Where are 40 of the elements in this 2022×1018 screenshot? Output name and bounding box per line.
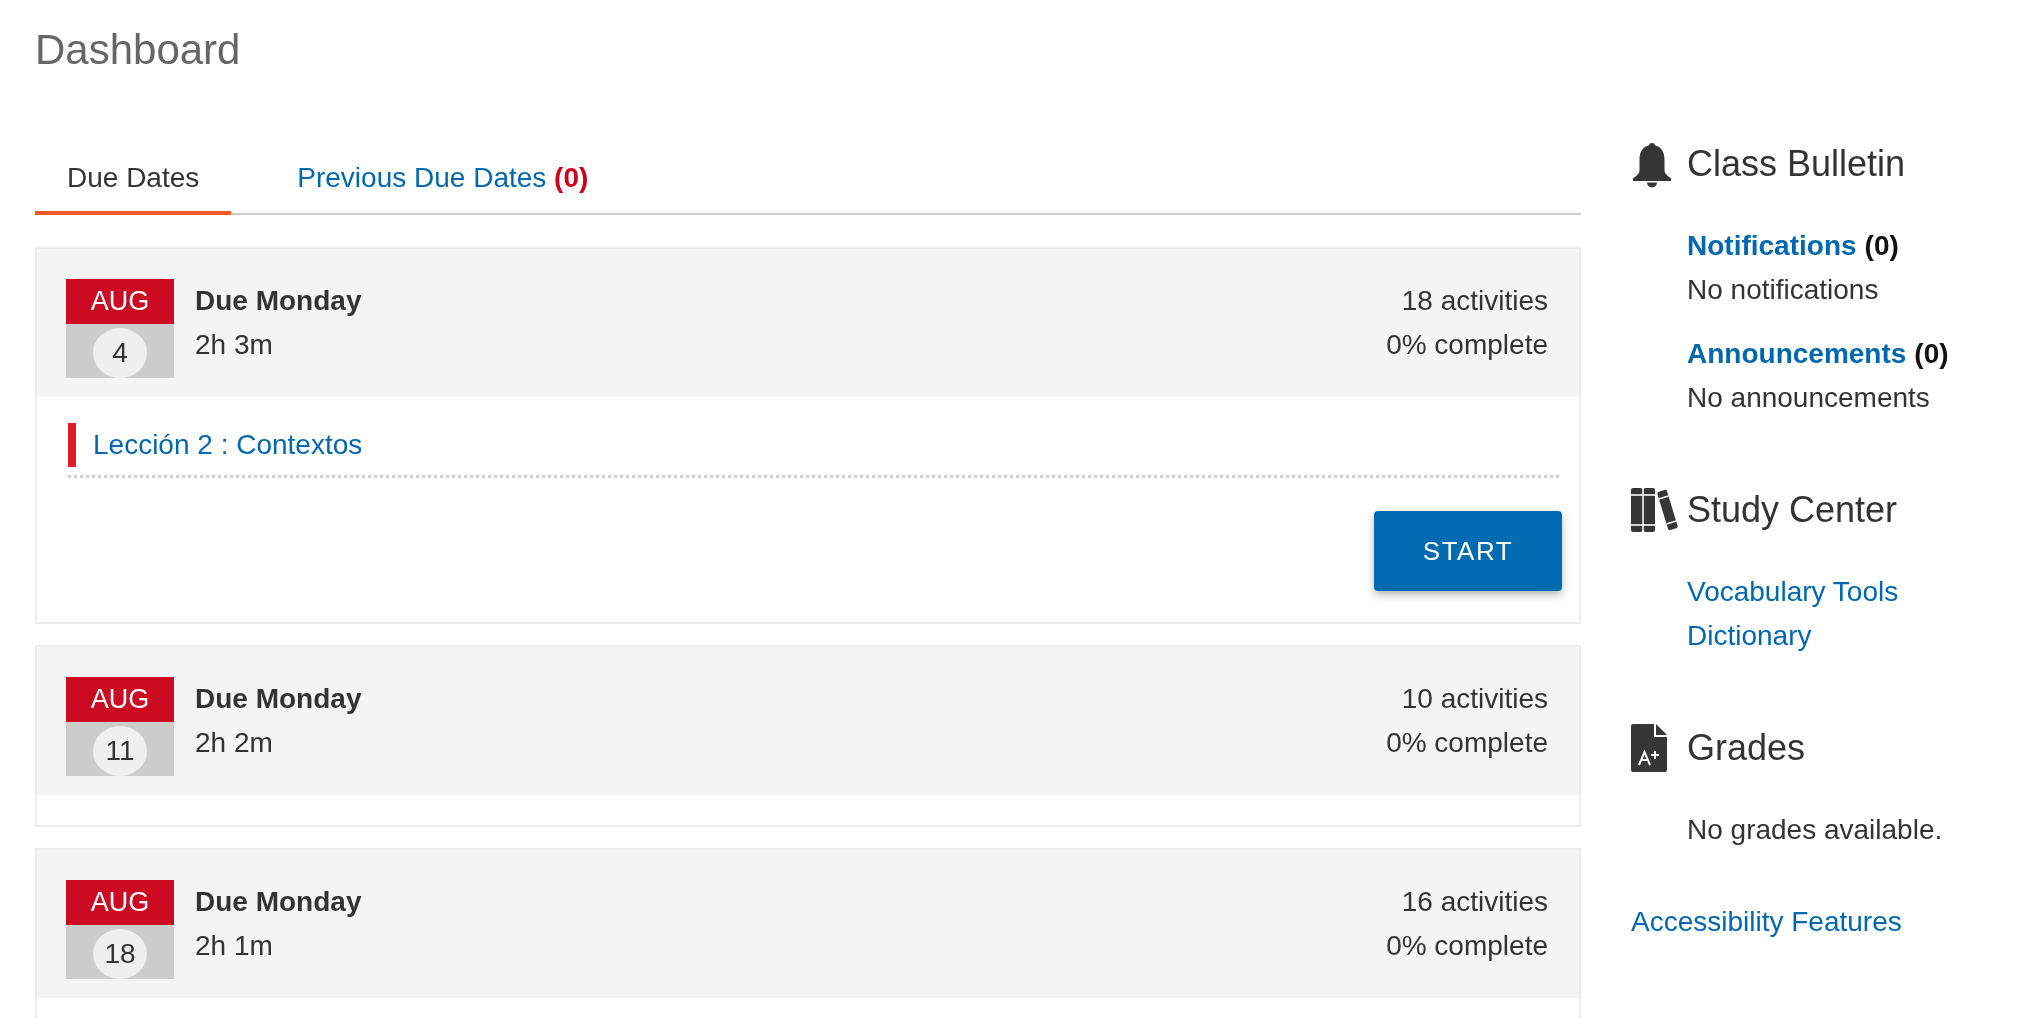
empty-message: No notifications: [1687, 273, 1880, 307]
progress-label: 0% complete: [1386, 328, 1548, 362]
assignment-link[interactable]: Lección 2 : Contextos: [93, 423, 363, 467]
count-label: (0): [1864, 229, 1899, 263]
day-number: 4: [93, 328, 147, 378]
due-day-label: Due Monday: [195, 284, 362, 318]
due-day-label: Due Monday: [195, 885, 362, 919]
accessibility-link[interactable]: Accessibility Features: [1631, 906, 1902, 937]
time-left-label: 2h 2m: [195, 726, 274, 760]
grade-document-icon: [1631, 724, 1667, 772]
section-heading: Grades: [1687, 726, 1806, 770]
day-number: 11: [93, 726, 147, 776]
activity-count: 16 activities: [1400, 885, 1548, 919]
tab[interactable]: Due Dates: [35, 139, 232, 215]
study-link[interactable]: Vocabulary Tools: [1687, 576, 1899, 607]
month-label: AUG: [66, 677, 174, 722]
time-left-label: 2h 1m: [195, 929, 274, 963]
day-number: 18: [93, 929, 147, 979]
activity-count: 10 activities: [1400, 682, 1548, 716]
progress-label: 0% complete: [1386, 929, 1548, 963]
count-label: (0): [1914, 337, 1949, 371]
books-icon: [1631, 488, 1679, 532]
due-day-label: Due Monday: [195, 682, 362, 716]
study-link[interactable]: Dictionary: [1687, 620, 1812, 651]
section-link[interactable]: Notifications: [1687, 224, 1857, 268]
section-link[interactable]: Announcements: [1687, 332, 1907, 376]
activity-count: 18 activities: [1400, 284, 1548, 318]
bell-icon: [1631, 140, 1673, 188]
start-button[interactable]: START: [1374, 511, 1562, 591]
empty-message: No grades available.: [1687, 813, 1944, 847]
empty-message: No announcements: [1687, 381, 1931, 415]
time-left-label: 2h 3m: [195, 328, 274, 362]
month-label: AUG: [66, 880, 174, 925]
section-heading: Class Bulletin: [1687, 142, 1906, 186]
progress-label: 0% complete: [1386, 726, 1548, 760]
page-title: Dashboard: [35, 25, 241, 75]
bar-marker-icon: [68, 423, 76, 467]
tab[interactable]: Previous Due Dates (0): [265, 139, 621, 215]
month-label: AUG: [66, 279, 174, 324]
section-heading: Study Center: [1687, 488, 1898, 532]
